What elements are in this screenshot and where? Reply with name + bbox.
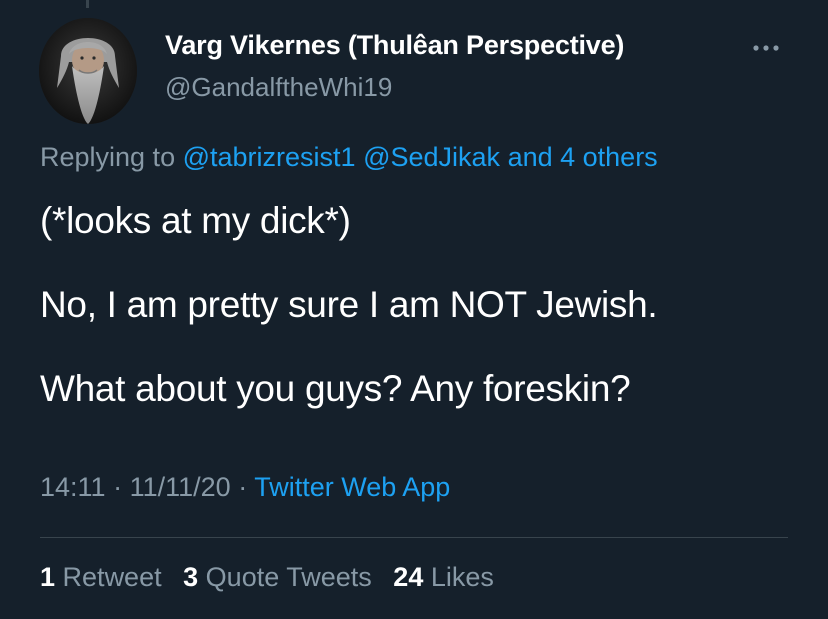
likes-stat[interactable]: 24 Likes xyxy=(393,562,494,592)
retweets-count: 1 xyxy=(40,562,56,592)
tweet-detail: Varg Vikernes (Thulêan Perspective) @Gan… xyxy=(0,0,828,619)
quote-tweets-count: 3 xyxy=(183,562,199,592)
tweet-text-line: (*looks at my dick*) xyxy=(40,200,351,241)
retweets-label: Retweet xyxy=(62,562,162,592)
tweet-stats: 1 Retweet 3 Quote Tweets 24 Likes xyxy=(40,562,508,593)
more-horizontal-icon[interactable] xyxy=(748,36,784,60)
divider xyxy=(40,537,788,538)
tweet-text-line: What about you guys? Any foreskin? xyxy=(40,368,631,409)
thread-connector-line xyxy=(86,0,89,8)
tweet-time[interactable]: 14:11 xyxy=(40,472,106,502)
avatar[interactable] xyxy=(39,18,137,124)
mention-link-1[interactable]: @tabrizresist1 xyxy=(183,142,356,172)
bearded-man-avatar-icon xyxy=(39,18,137,124)
mention-link-2[interactable]: @SedJikak xyxy=(363,142,500,172)
likes-label: Likes xyxy=(430,562,494,592)
replying-others-link[interactable]: and 4 others xyxy=(508,142,658,172)
quote-tweets-stat[interactable]: 3 Quote Tweets xyxy=(183,562,379,592)
author-handle[interactable]: @GandalftheWhi19 xyxy=(165,72,392,103)
quote-tweets-label: Quote Tweets xyxy=(205,562,372,592)
likes-count: 24 xyxy=(393,562,424,592)
tweet-date[interactable]: 11/11/20 xyxy=(130,472,231,502)
replying-to-line: Replying to @tabrizresist1 @SedJikak and… xyxy=(40,142,658,173)
tweet-source-link[interactable]: Twitter Web App xyxy=(254,472,450,502)
retweets-stat[interactable]: 1 Retweet xyxy=(40,562,169,592)
tweet-text-line: No, I am pretty sure I am NOT Jewish. xyxy=(40,284,658,325)
tweet-meta: 14:11 · 11/11/20 · Twitter Web App xyxy=(40,472,450,503)
replying-prefix: Replying to xyxy=(40,142,176,172)
meta-separator: · xyxy=(113,472,123,502)
author-display-name[interactable]: Varg Vikernes (Thulêan Perspective) xyxy=(165,30,624,61)
meta-separator: · xyxy=(238,472,248,502)
